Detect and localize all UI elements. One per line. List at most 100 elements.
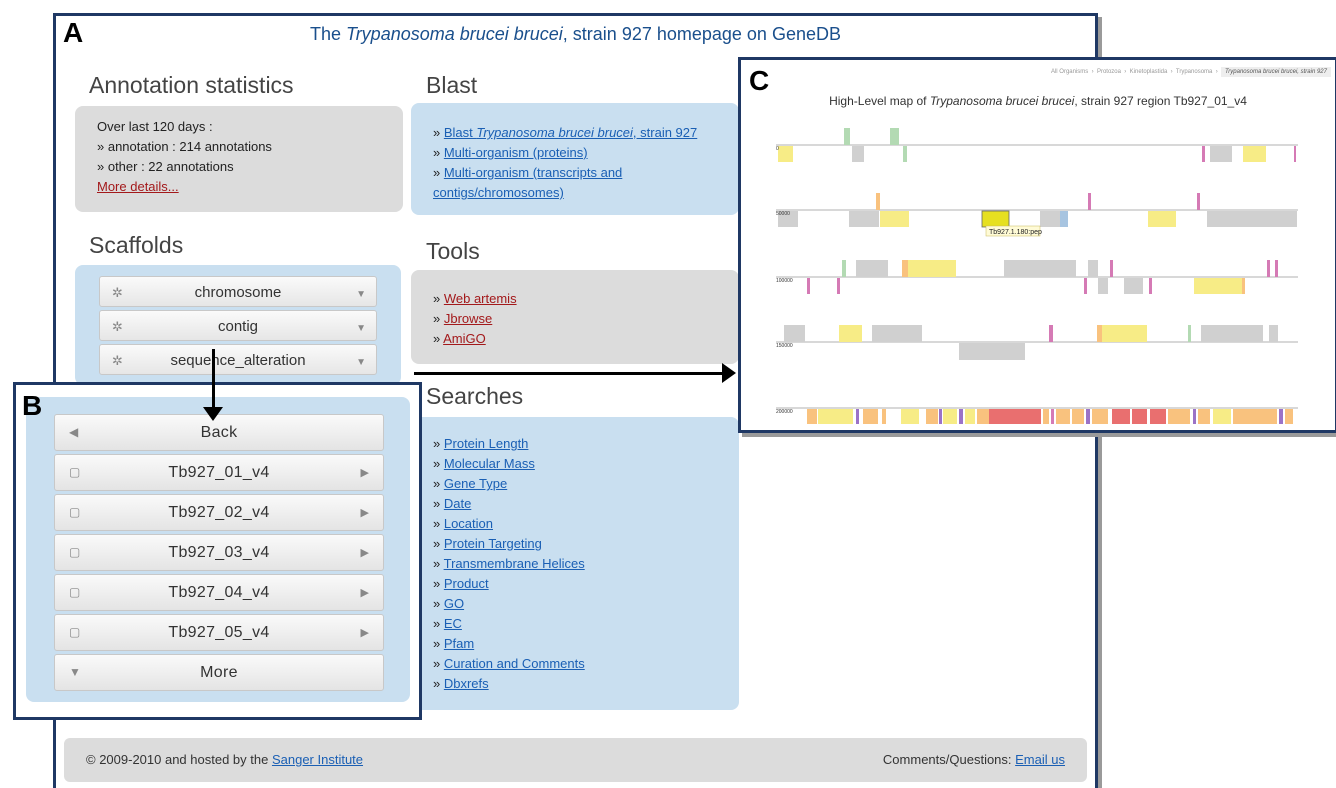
feature-block[interactable] bbox=[1275, 260, 1278, 277]
feature-block[interactable] bbox=[903, 146, 907, 162]
feature-block[interactable] bbox=[1149, 278, 1152, 294]
feature-block[interactable] bbox=[939, 409, 942, 424]
feature-block[interactable] bbox=[1084, 278, 1087, 294]
region-map[interactable]: 0 50000 100000 150000 200000 Tb927.1.180… bbox=[741, 60, 1335, 430]
feature-block[interactable] bbox=[1279, 409, 1283, 424]
feature-block[interactable] bbox=[856, 409, 859, 424]
scaffold-item-tb927-01[interactable]: ▢ Tb927_01_v4 ▶ bbox=[54, 454, 384, 491]
feature-block[interactable] bbox=[842, 260, 846, 277]
feature-block[interactable] bbox=[1049, 325, 1053, 342]
more-details-link[interactable]: More details... bbox=[97, 179, 179, 194]
feature-block[interactable] bbox=[784, 325, 805, 342]
email-us-link[interactable]: Email us bbox=[1015, 752, 1065, 767]
web-artemis-link[interactable]: Web artemis bbox=[444, 291, 517, 306]
feature-block[interactable] bbox=[1213, 409, 1231, 424]
feature-block[interactable] bbox=[901, 409, 919, 424]
feature-block[interactable] bbox=[1243, 146, 1266, 162]
feature-block[interactable] bbox=[1124, 278, 1143, 294]
search-go-link[interactable]: GO bbox=[444, 596, 464, 611]
feature-block[interactable] bbox=[977, 409, 989, 424]
feature-block[interactable] bbox=[1148, 211, 1176, 227]
feature-block[interactable] bbox=[807, 278, 810, 294]
search-curation-link[interactable]: Curation and Comments bbox=[444, 656, 585, 671]
feature-block[interactable] bbox=[863, 409, 878, 424]
feature-block[interactable] bbox=[1201, 325, 1263, 342]
search-location-link[interactable]: Location bbox=[444, 516, 493, 531]
feature-block[interactable] bbox=[1210, 146, 1232, 162]
feature-block[interactable] bbox=[1242, 278, 1245, 294]
scaffold-item-tb927-04[interactable]: ▢ Tb927_04_v4 ▶ bbox=[54, 574, 384, 611]
feature-block[interactable] bbox=[1088, 260, 1098, 277]
feature-block[interactable] bbox=[926, 409, 938, 424]
feature-block[interactable] bbox=[1197, 193, 1200, 210]
more-button[interactable]: ▼ More bbox=[54, 654, 384, 691]
scaffold-dropdown-chromosome[interactable]: ✲ chromosome ▼ bbox=[99, 276, 377, 307]
feature-block[interactable] bbox=[902, 260, 908, 277]
feature-block[interactable] bbox=[880, 211, 909, 227]
blast-multi-transcripts-link[interactable]: Multi-organism (transcripts and bbox=[444, 165, 622, 180]
feature-block[interactable] bbox=[818, 409, 853, 424]
feature-block[interactable] bbox=[839, 325, 862, 342]
feature-block[interactable] bbox=[872, 325, 922, 342]
search-product-link[interactable]: Product bbox=[444, 576, 489, 591]
feature-block[interactable] bbox=[1112, 409, 1130, 424]
feature-block[interactable] bbox=[856, 260, 888, 277]
feature-block[interactable] bbox=[1188, 325, 1191, 342]
feature-block[interactable] bbox=[1194, 278, 1242, 294]
feature-block[interactable] bbox=[1132, 409, 1147, 424]
feature-block[interactable] bbox=[1193, 409, 1196, 424]
feature-block[interactable] bbox=[1233, 409, 1277, 424]
feature-block[interactable] bbox=[1004, 260, 1076, 277]
feature-block[interactable] bbox=[849, 211, 879, 227]
search-protein-length-link[interactable]: Protein Length bbox=[444, 436, 529, 451]
feature-block[interactable] bbox=[1285, 409, 1293, 424]
amigo-link[interactable]: AmiGO bbox=[443, 331, 486, 346]
feature-block[interactable] bbox=[959, 343, 1025, 360]
feature-block[interactable] bbox=[1092, 409, 1108, 424]
feature-block[interactable] bbox=[1198, 409, 1210, 424]
feature-block[interactable] bbox=[1098, 278, 1108, 294]
feature-block[interactable] bbox=[1088, 193, 1091, 210]
feature-block[interactable] bbox=[965, 409, 975, 424]
search-date-link[interactable]: Date bbox=[444, 496, 471, 511]
feature-block[interactable] bbox=[1267, 260, 1270, 277]
scaffold-dropdown-contig[interactable]: ✲ contig ▼ bbox=[99, 310, 377, 341]
feature-block[interactable] bbox=[882, 409, 886, 424]
feature-block[interactable] bbox=[943, 409, 957, 424]
feature-block[interactable] bbox=[989, 409, 1041, 424]
feature-block[interactable] bbox=[1086, 409, 1090, 424]
scaffold-item-tb927-02[interactable]: ▢ Tb927_02_v4 ▶ bbox=[54, 494, 384, 531]
feature-block[interactable] bbox=[1056, 409, 1070, 424]
search-dbxrefs-link[interactable]: Dbxrefs bbox=[444, 676, 489, 691]
feature-block[interactable] bbox=[890, 128, 899, 145]
feature-block[interactable] bbox=[908, 260, 956, 277]
feature-block[interactable] bbox=[1043, 409, 1049, 424]
feature-block[interactable] bbox=[852, 146, 864, 162]
scaffold-item-tb927-05[interactable]: ▢ Tb927_05_v4 ▶ bbox=[54, 614, 384, 651]
feature-block[interactable] bbox=[1150, 409, 1166, 424]
feature-block[interactable] bbox=[807, 409, 817, 424]
blast-multi-proteins-link[interactable]: Multi-organism (proteins) bbox=[444, 145, 588, 160]
sanger-institute-link[interactable]: Sanger Institute bbox=[272, 752, 363, 767]
feature-block[interactable] bbox=[1202, 146, 1205, 162]
feature-block[interactable] bbox=[1168, 409, 1190, 424]
blast-multi-transcripts-link-cont[interactable]: contigs/chromosomes) bbox=[433, 185, 564, 200]
search-molecular-mass-link[interactable]: Molecular Mass bbox=[444, 456, 535, 471]
scaffold-item-tb927-03[interactable]: ▢ Tb927_03_v4 ▶ bbox=[54, 534, 384, 571]
feature-block[interactable] bbox=[1051, 409, 1054, 424]
blast-species-link[interactable]: Blast Trypanosoma brucei brucei, strain … bbox=[444, 125, 697, 140]
feature-block[interactable] bbox=[959, 409, 963, 424]
search-protein-targeting-link[interactable]: Protein Targeting bbox=[444, 536, 542, 551]
feature-block[interactable] bbox=[1294, 146, 1296, 162]
feature-block[interactable] bbox=[1269, 325, 1278, 342]
feature-block[interactable] bbox=[876, 193, 880, 210]
feature-block[interactable] bbox=[778, 146, 793, 162]
feature-block[interactable] bbox=[1060, 211, 1068, 227]
feature-block[interactable] bbox=[1110, 260, 1113, 277]
search-ec-link[interactable]: EC bbox=[444, 616, 462, 631]
feature-block[interactable] bbox=[1097, 325, 1102, 342]
feature-block[interactable] bbox=[1072, 409, 1084, 424]
jbrowse-link[interactable]: Jbrowse bbox=[444, 311, 492, 326]
feature-block[interactable] bbox=[1207, 211, 1297, 227]
scaffold-dropdown-sequence-alteration[interactable]: ✲ sequence_alteration ▼ bbox=[99, 344, 377, 375]
